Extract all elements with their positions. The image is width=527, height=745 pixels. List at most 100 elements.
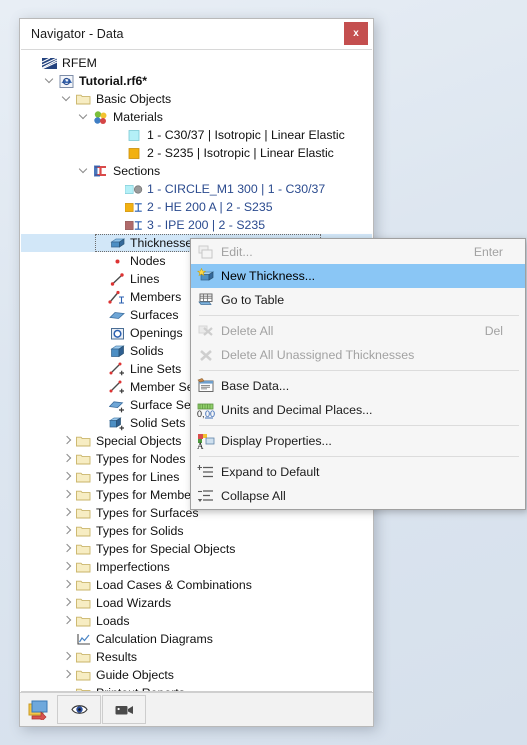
menu-item-expand-to-default[interactable]: Expand to Default <box>191 460 525 484</box>
delete-all-icon <box>191 319 221 343</box>
tree-item-label: Lines <box>130 272 160 286</box>
section-circle-icon <box>125 180 143 198</box>
tree-item-label: Solids <box>130 344 164 358</box>
menu-item-label: New Thickness... <box>221 269 316 283</box>
surface-sets-icon <box>108 396 126 414</box>
chevron-down-icon[interactable] <box>78 108 91 126</box>
tree-arrow-placeholder <box>61 630 74 648</box>
tree-item-types-for-solids[interactable]: Types for Solids <box>21 522 372 540</box>
folder-icon <box>74 90 92 108</box>
chevron-right-icon[interactable] <box>61 648 74 666</box>
chevron-right-icon[interactable] <box>61 540 74 558</box>
line-sets-icon <box>108 360 126 378</box>
tree-item-label: Members <box>130 290 182 304</box>
chevron-right-icon[interactable] <box>61 522 74 540</box>
surfaces-icon <box>108 306 126 324</box>
menu-item-display-properties[interactable]: A Display Properties... <box>191 429 525 453</box>
tree-arrow-placeholder <box>95 378 108 396</box>
tree-item-calculation-diagrams[interactable]: Calculation Diagrams <box>21 630 372 648</box>
diagram-icon <box>74 630 92 648</box>
tree-item-load-cases-combinations[interactable]: Load Cases & Combinations <box>21 576 372 594</box>
tree-item-label: Solid Sets <box>130 416 186 430</box>
chevron-right-icon[interactable] <box>61 594 74 612</box>
menu-item-go-to-table[interactable]: Go to Table <box>191 288 525 312</box>
tree-item-3-ipe-200-2-s235[interactable]: 3 - IPE 200 | 2 - S235 <box>21 216 372 234</box>
folder-icon <box>74 594 92 612</box>
tree-item-materials[interactable]: Materials <box>21 108 372 126</box>
tree-item-load-wizards[interactable]: Load Wizards <box>21 594 372 612</box>
tree-item-label: Types for Special Objects <box>96 542 236 556</box>
folder-icon <box>74 450 92 468</box>
chevron-down-icon[interactable] <box>44 72 57 90</box>
chevron-down-icon[interactable] <box>61 90 74 108</box>
tree-item-basic-objects[interactable]: Basic Objects <box>21 90 372 108</box>
tree-item-types-for-special-objects[interactable]: Types for Special Objects <box>21 540 372 558</box>
tree-item-1-c30-37-isotropic-linear-elastic[interactable]: 1 - C30/37 | Isotropic | Linear Elastic <box>21 126 372 144</box>
solid-sets-icon <box>108 414 126 432</box>
tree-item-sections[interactable]: Sections <box>21 162 372 180</box>
tree-arrow-placeholder <box>95 306 108 324</box>
close-button[interactable]: x <box>344 22 368 45</box>
menu-separator <box>199 370 519 371</box>
tree-item-loads[interactable]: Loads <box>21 612 372 630</box>
tree-item-label: Types for Members <box>96 488 202 502</box>
delete-unassigned-icon <box>191 343 221 367</box>
menu-item-units-and-decimal-places[interactable]: 0, 00 Units and Decimal Places... <box>191 398 525 422</box>
menu-item-new-thickness[interactable]: New Thickness... <box>191 264 525 288</box>
chevron-right-icon[interactable] <box>61 612 74 630</box>
chevron-right-icon[interactable] <box>61 504 74 522</box>
folder-icon <box>74 576 92 594</box>
tree-item-label: Types for Surfaces <box>96 506 199 520</box>
tree-item-label: 1 - C30/37 | Isotropic | Linear Elastic <box>147 128 345 142</box>
window-title: Navigator - Data <box>31 26 124 41</box>
chevron-right-icon[interactable] <box>61 432 74 450</box>
units-decimals-icon: 0, 00 <box>191 398 221 422</box>
tree-arrow-placeholder <box>95 396 108 414</box>
folder-icon <box>74 432 92 450</box>
chevron-down-icon[interactable] <box>78 162 91 180</box>
context-menu[interactable]: Edit... Enter New Thickness... Go to Table D… <box>190 238 526 510</box>
menu-item-label: Display Properties... <box>221 434 332 448</box>
menu-item-label: Collapse All <box>221 489 286 503</box>
tree-item-imperfections[interactable]: Imperfections <box>21 558 372 576</box>
menu-item-label: Delete All <box>221 324 274 338</box>
tree-item-label: Types for Solids <box>96 524 184 538</box>
tree-arrow-placeholder <box>95 414 108 432</box>
tree-item-rfem[interactable]: RFEM <box>21 54 372 72</box>
tree-item-printout-reports[interactable]: Printout Reports <box>21 684 372 691</box>
tree-item-tutorial-rf6[interactable]: Tutorial.rf6* <box>21 72 372 90</box>
tree-item-label: Calculation Diagrams <box>96 632 213 646</box>
model-icon <box>57 72 75 90</box>
members-icon <box>108 288 126 306</box>
chevron-right-icon[interactable] <box>61 450 74 468</box>
tree-item-2-s235-isotropic-linear-elastic[interactable]: 2 - S235 | Isotropic | Linear Elastic <box>21 144 372 162</box>
menu-item-edit: Edit... Enter <box>191 240 525 264</box>
menu-item-label: Delete All Unassigned Thicknesses <box>221 348 415 362</box>
tree-item-label: Results <box>96 650 138 664</box>
chevron-right-icon[interactable] <box>61 486 74 504</box>
folder-icon <box>74 468 92 486</box>
menu-item-collapse-all[interactable]: Collapse All <box>191 484 525 508</box>
tree-item-label: Guide Objects <box>96 668 174 682</box>
tree-item-label: Materials <box>113 110 163 124</box>
tree-item-1-circle-m1-300-1-c30-37[interactable]: 1 - CIRCLE_M1 300 | 1 - C30/37 <box>21 180 372 198</box>
tree-item-2-he-200-a-2-s235[interactable]: 2 - HE 200 A | 2 - S235 <box>21 198 372 216</box>
tree-item-label: Line Sets <box>130 362 182 376</box>
member-sets-icon <box>108 378 126 396</box>
tree-item-label: Tutorial.rf6* <box>79 74 148 88</box>
camera-button[interactable] <box>102 695 146 724</box>
chevron-right-icon[interactable] <box>61 666 74 684</box>
tree-arrow-placeholder <box>61 684 74 691</box>
folder-icon <box>74 558 92 576</box>
tree-item-label: 2 - S235 | Isotropic | Linear Elastic <box>147 146 334 160</box>
chevron-right-icon[interactable] <box>61 558 74 576</box>
menu-item-label: Units and Decimal Places... <box>221 403 373 417</box>
chevron-right-icon[interactable] <box>61 468 74 486</box>
chevron-right-icon[interactable] <box>61 576 74 594</box>
base-data-icon <box>191 374 221 398</box>
visibility-button[interactable] <box>57 695 101 724</box>
tree-item-results[interactable]: Results <box>21 648 372 666</box>
tree-item-guide-objects[interactable]: Guide Objects <box>21 666 372 684</box>
folder-icon <box>74 666 92 684</box>
menu-item-base-data[interactable]: Base Data... <box>191 374 525 398</box>
